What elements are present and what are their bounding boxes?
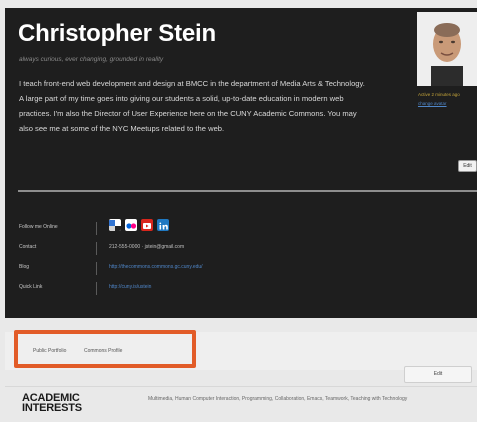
blog-link[interactable]: http://thecommons.commons.gc.cuny.edu/: [109, 264, 203, 270]
section-divider: [5, 386, 477, 387]
follow-label: Follow me Online: [19, 224, 58, 230]
avatar-status: Active 2 minutes ago: [418, 92, 460, 97]
delicious-icon[interactable]: [109, 219, 121, 231]
contact-label: Contact: [19, 244, 37, 250]
follow-row: Follow me Online: [19, 219, 459, 235]
contact-value: 212-555-0000 · jstein@gmail.com: [109, 244, 185, 250]
youtube-icon[interactable]: [141, 219, 153, 231]
contact-row: Contact 212-555-0000 · jstein@gmail.com: [19, 242, 459, 255]
blog-row: Blog http://thecommons.commons.gc.cuny.e…: [19, 262, 459, 275]
row-separator: [96, 262, 97, 275]
edit-button[interactable]: Edit: [404, 366, 472, 383]
profile-bio: I teach front-end web development and de…: [19, 79, 365, 133]
header-divider: [18, 190, 477, 192]
row-separator: [96, 222, 97, 235]
tab-highlight-annotation: [14, 330, 196, 368]
avatar[interactable]: [417, 12, 477, 86]
change-avatar-link[interactable]: change avatar: [418, 101, 447, 106]
flickr-icon[interactable]: [125, 219, 137, 231]
row-separator: [96, 242, 97, 255]
blog-label: Blog: [19, 264, 30, 270]
avatar-photo: [417, 12, 477, 86]
profile-tagline: always curious, ever changing, grounded …: [19, 56, 164, 63]
academic-interests-text: Multimedia, Human Computer Interaction, …: [148, 396, 408, 402]
profile-name: Christopher Stein: [18, 20, 216, 47]
social-icons: [109, 219, 169, 231]
quick-link-row: Quick Link http://cuny.is/ustein: [19, 282, 459, 295]
row-separator: [96, 282, 97, 295]
quick-link-label: Quick Link: [19, 284, 43, 290]
edit-profile-button[interactable]: Edit: [458, 160, 477, 172]
quick-link[interactable]: http://cuny.is/ustein: [109, 284, 151, 290]
linkedin-icon[interactable]: [157, 219, 169, 231]
academic-interests-heading: ACADEMIC INTERESTS: [22, 392, 82, 414]
